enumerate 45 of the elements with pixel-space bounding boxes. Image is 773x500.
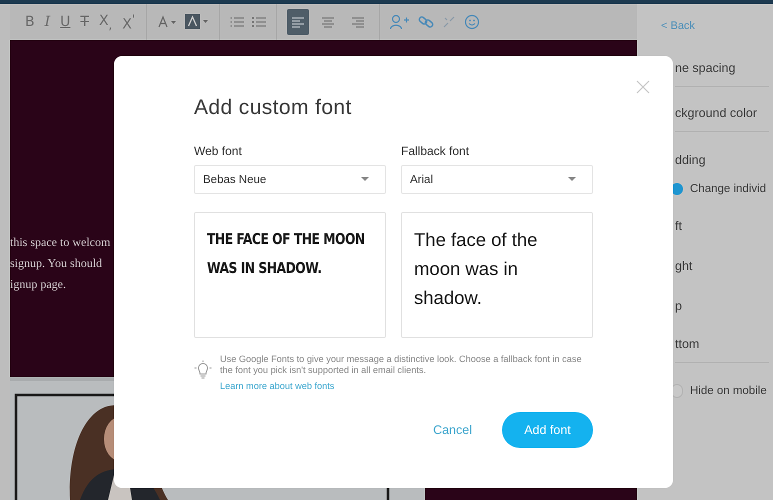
align-icon [352,16,364,28]
welcome-text: ignup page. [10,277,66,292]
close-icon[interactable] [636,80,650,94]
preview-text: The face of the moon was in shadow. [414,228,538,310]
setting-label: ne spacing [675,61,736,75]
highlight-color-icon[interactable] [185,14,210,30]
cancel-button[interactable]: Cancel [429,419,476,441]
setting-label: Change individ [690,183,766,195]
align-icon [322,16,334,28]
numbered-list-icon[interactable] [230,16,244,28]
link-icon[interactable] [418,14,434,30]
setting-label: ttom [675,337,700,351]
caret-icon [361,177,369,182]
format-button[interactable]: T [79,14,90,30]
setting-label: ckground color [675,106,757,120]
setting-label: ft [675,219,682,233]
bullet-list-icon[interactable] [252,16,266,28]
font-color-icon[interactable] [157,15,178,29]
lightbulb-icon [194,360,212,380]
format-button[interactable]: I [44,14,52,30]
setting-label: ght [675,259,692,273]
learn-more-link[interactable]: Learn more about web fonts [220,381,334,391]
font-dropdown[interactable]: Bebas Neue [194,165,386,194]
setting-label: dding [675,153,706,167]
back-link[interactable]: < Back [661,20,773,32]
preview-text: THE FACE OF THE MOON WAS IN SHADOW. [207,229,366,279]
welcome-text: this space to welcom [10,235,110,250]
setting-label: Hide on mobile [690,385,767,397]
format-button[interactable]: B [24,14,36,30]
add-font-button[interactable]: Add font [502,412,593,448]
format-button[interactable]: X$_{,}$ [98,12,114,32]
align-icon [292,16,304,28]
format-button[interactable]: U [59,14,72,30]
hint-text: Use Google Fonts to give your message a distinctive look. Choose a fallback font in case the font you pick isn't supported in all email clients. [220,354,582,376]
caret-icon [568,177,576,182]
person-add-icon[interactable] [390,14,410,30]
font-dropdown[interactable]: Arial [401,165,593,194]
align-button[interactable] [287,9,310,35]
dialog-title: Add custom font [194,96,353,120]
setting-label: p [675,299,682,313]
welcome-text: signup. You should [10,256,102,271]
field-label: Web font [194,144,243,158]
emoji-icon[interactable] [464,14,480,30]
format-button[interactable]: X$^{'}$ [121,12,136,32]
field-label: Fallback font [401,144,470,158]
